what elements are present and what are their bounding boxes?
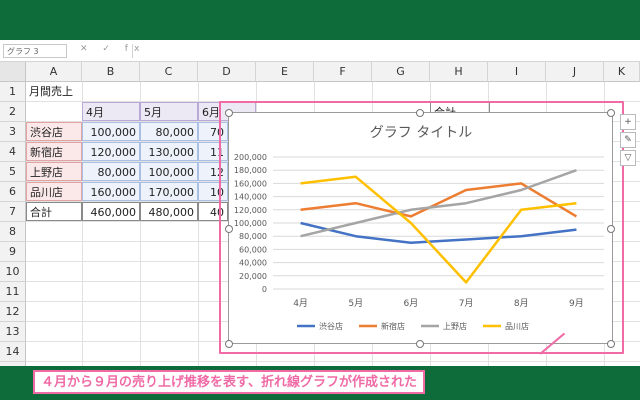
y-tick-label: 120,000 <box>234 206 267 215</box>
cell-store-ueno[interactable]: 上野店 <box>26 162 82 181</box>
row-header-5[interactable]: 5 <box>0 162 26 182</box>
cell-value[interactable]: 80,000 <box>140 122 198 141</box>
cell-a1-title[interactable]: 月間売上 <box>26 82 126 101</box>
cell-value[interactable]: 80,000 <box>82 162 140 181</box>
x-tick-label: 4月 <box>293 298 308 309</box>
column-header-b[interactable]: B <box>82 62 140 82</box>
cell-value[interactable]: 130,000 <box>140 142 198 161</box>
chart-elements-plus-icon[interactable]: + <box>620 114 636 130</box>
row-header-14[interactable]: 14 <box>0 342 26 362</box>
caption-annotation: ４月から９月の売り上げ推移を表す、折れ線グラフが作成された <box>33 370 425 394</box>
column-header-a[interactable]: A <box>26 62 82 82</box>
legend-label[interactable]: 渋谷店 <box>319 321 343 331</box>
line-chart[interactable]: グラフ タイトル 0 20,000 40,000 60,000 80,000 100,00… <box>228 112 613 344</box>
ribbon <box>0 0 640 40</box>
y-tick-label: 200,000 <box>234 153 267 162</box>
formula-bar: グラフ 3 ✕ ✓ fx <box>0 41 640 62</box>
legend-label[interactable]: 新宿店 <box>381 321 405 331</box>
chart-styles-brush-icon[interactable]: ✎ <box>620 132 636 148</box>
cell-total-label[interactable]: 合計 <box>26 202 82 221</box>
row-header-10[interactable]: 10 <box>0 262 26 282</box>
x-tick-label: 5月 <box>348 298 363 309</box>
cell-value[interactable]: 460,000 <box>82 202 140 221</box>
column-header-g[interactable]: G <box>372 62 430 82</box>
row-header-13[interactable]: 13 <box>0 322 26 342</box>
cell-value[interactable]: 100,000 <box>140 162 198 181</box>
legend-label[interactable]: 上野店 <box>443 321 467 331</box>
resize-handle[interactable] <box>416 340 424 348</box>
cell-store-shinjuku[interactable]: 新宿店 <box>26 142 82 161</box>
column-header-h[interactable]: H <box>430 62 488 82</box>
name-box[interactable]: グラフ 3 <box>3 44 67 58</box>
resize-handle[interactable] <box>225 225 233 233</box>
column-header-e[interactable]: E <box>256 62 314 82</box>
row-header-12[interactable]: 12 <box>0 302 26 322</box>
row-header-6[interactable]: 6 <box>0 182 26 202</box>
cell-value[interactable]: 120,000 <box>82 142 140 161</box>
cell-b2-header[interactable]: 4月 <box>82 102 140 121</box>
x-tick-label: 7月 <box>459 298 474 309</box>
y-tick-label: 80,000 <box>239 232 267 241</box>
cell-value[interactable]: 160,000 <box>82 182 140 201</box>
resize-handle[interactable] <box>225 340 233 348</box>
cell-value[interactable]: 480,000 <box>140 202 198 221</box>
column-header-c[interactable]: C <box>140 62 198 82</box>
cell-value[interactable]: 100,000 <box>82 122 140 141</box>
row-header-3[interactable]: 3 <box>0 122 26 142</box>
x-tick-label: 9月 <box>569 298 584 309</box>
x-tick-label: 6月 <box>404 298 419 309</box>
column-header-i[interactable]: I <box>488 62 546 82</box>
row-header-1[interactable]: 1 <box>0 82 26 102</box>
row-header-9[interactable]: 9 <box>0 242 26 262</box>
series-line-新宿店[interactable] <box>300 182 578 218</box>
resize-handle[interactable] <box>225 109 233 117</box>
cell-store-shinagawa[interactable]: 品川店 <box>26 182 82 201</box>
chart-filter-funnel-icon[interactable]: ▽ <box>620 150 636 166</box>
y-tick-label: 40,000 <box>239 259 267 268</box>
y-tick-label: 20,000 <box>239 272 267 281</box>
cell-value[interactable]: 170,000 <box>140 182 198 201</box>
y-tick-label: 180,000 <box>234 166 267 175</box>
row-header-8[interactable]: 8 <box>0 222 26 242</box>
y-tick-label: 100,000 <box>234 219 267 228</box>
formula-input[interactable] <box>132 44 638 58</box>
y-tick-label: 160,000 <box>234 179 267 188</box>
row-header-7[interactable]: 7 <box>0 202 26 222</box>
cell-c2-header[interactable]: 5月 <box>140 102 198 121</box>
select-all-corner[interactable] <box>0 62 26 82</box>
row-header-4[interactable]: 4 <box>0 142 26 162</box>
column-header-k[interactable]: K <box>604 62 640 82</box>
legend-label[interactable]: 品川店 <box>505 321 529 331</box>
y-tick-label: 0 <box>262 285 267 294</box>
grid-line <box>26 361 640 362</box>
cell-store-shibuya[interactable]: 渋谷店 <box>26 122 82 141</box>
x-tick-label: 8月 <box>514 298 529 309</box>
column-header-j[interactable]: J <box>546 62 604 82</box>
resize-handle[interactable] <box>607 340 615 348</box>
resize-handle[interactable] <box>416 109 424 117</box>
column-header-f[interactable]: F <box>314 62 372 82</box>
column-header-d[interactable]: D <box>198 62 256 82</box>
row-header-11[interactable]: 11 <box>0 282 26 302</box>
resize-handle[interactable] <box>607 109 615 117</box>
row-header-2[interactable]: 2 <box>0 102 26 122</box>
y-tick-label: 140,000 <box>234 193 267 202</box>
y-tick-label: 60,000 <box>239 245 267 254</box>
resize-handle[interactable] <box>607 225 615 233</box>
chart-svg: グラフ タイトル 0 20,000 40,000 60,000 80,000 100,00… <box>234 125 604 331</box>
chart-title[interactable]: グラフ タイトル <box>370 125 472 141</box>
